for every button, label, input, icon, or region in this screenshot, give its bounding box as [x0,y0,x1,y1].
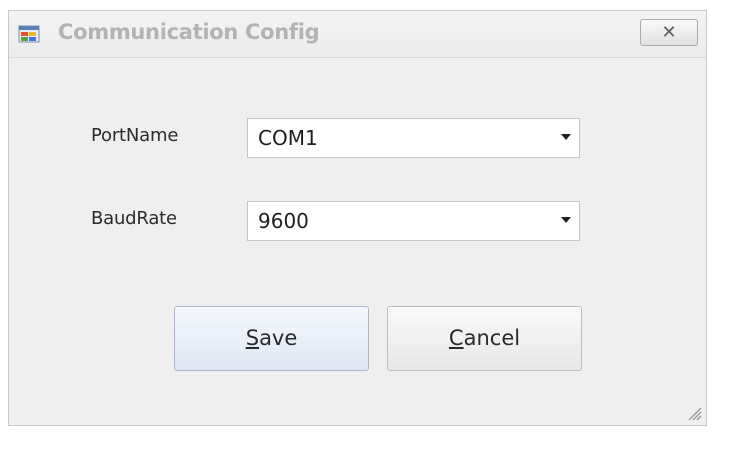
port-name-dropdown-arrow-icon[interactable] [561,134,571,140]
cancel-mnemonic: C [448,326,464,350]
window-title: Communication Config [58,20,320,44]
baud-rate-value: 9600 [258,209,309,233]
resize-grip-icon[interactable] [684,403,702,421]
baud-rate-label: BaudRate [91,208,177,229]
port-name-value: COM1 [258,126,318,150]
app-form-icon [18,25,40,43]
save-button[interactable]: Save [174,306,369,371]
close-button[interactable]: ✕ [640,19,698,46]
dialog-body: PortName COM1 BaudRate 9600 Save Cancel [9,57,706,425]
save-label-rest: ave [259,326,298,350]
communication-config-dialog: Communication Config ✕ PortName COM1 Bau… [8,10,707,426]
baud-rate-combobox[interactable]: 9600 [247,201,580,241]
cancel-button[interactable]: Cancel [387,306,582,371]
title-bar[interactable]: Communication Config ✕ [9,11,706,57]
port-name-label: PortName [91,125,179,146]
port-name-combobox[interactable]: COM1 [247,118,580,158]
baud-rate-dropdown-arrow-icon[interactable] [561,217,571,223]
cancel-label-rest: ancel [463,326,521,350]
save-mnemonic: S [245,326,260,350]
close-icon: ✕ [661,22,677,43]
